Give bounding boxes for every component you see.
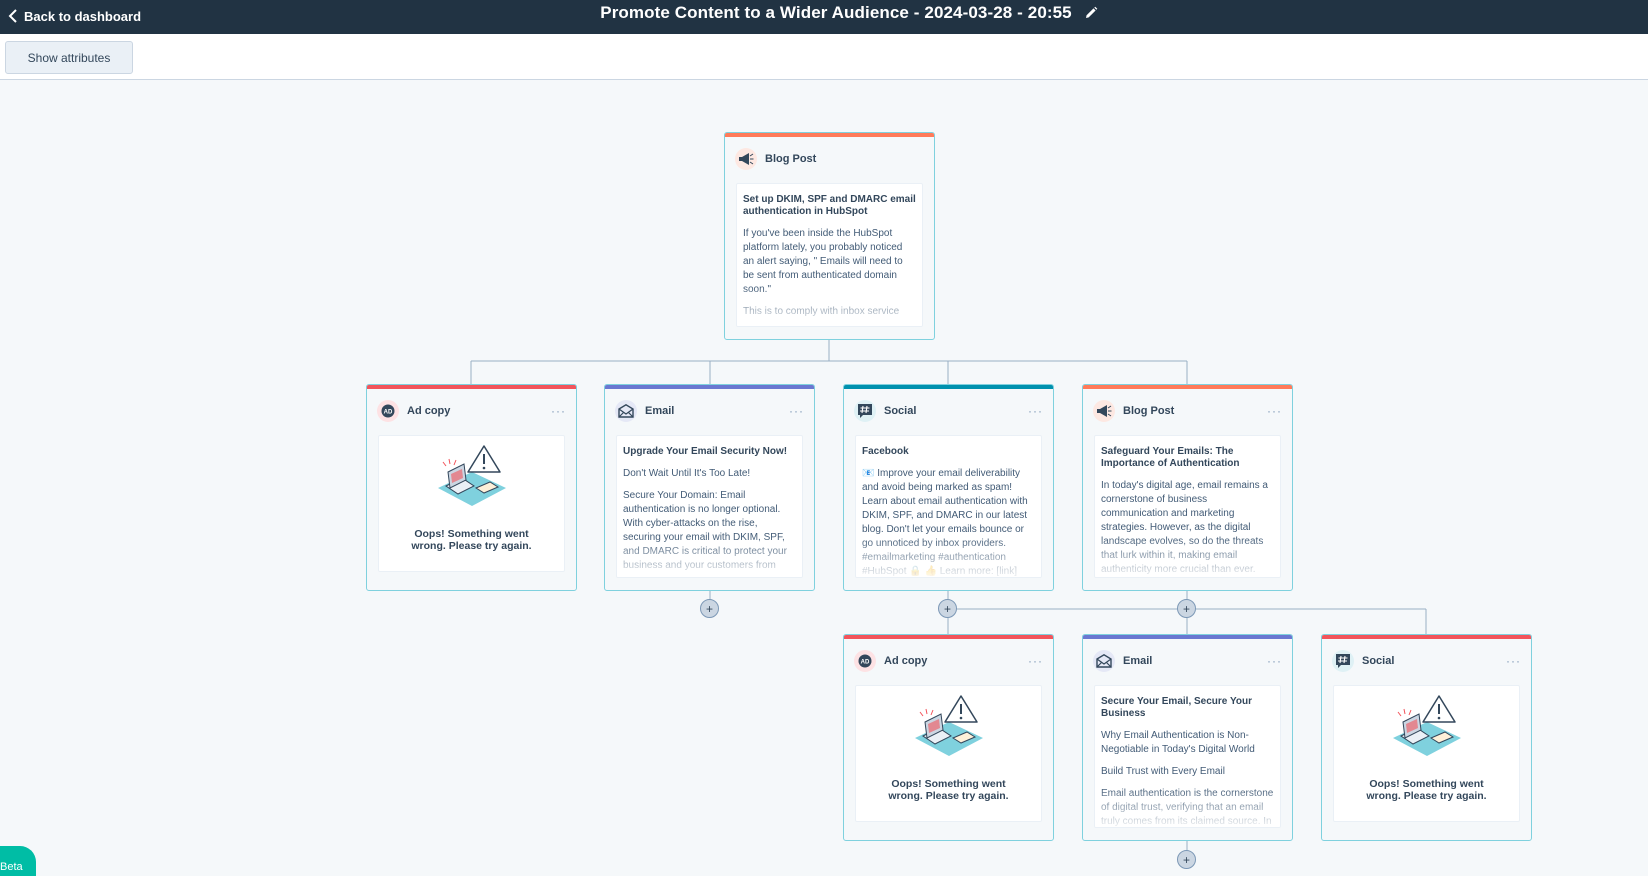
show-attributes-button[interactable]: Show attributes xyxy=(5,41,133,74)
error-state: Oops! Something went wrong. Please try a… xyxy=(855,685,1042,822)
card-content: Upgrade Your Email Security Now! Don't W… xyxy=(616,435,803,578)
card-type-label: Blog Post xyxy=(1123,405,1175,417)
page-title: Promote Content to a Wider Audience - 20… xyxy=(600,3,1072,22)
card-content: Secure Your Email, Secure Your Business … xyxy=(1094,685,1281,828)
card-title: Upgrade Your Email Security Now! xyxy=(623,446,788,457)
envelope-icon xyxy=(615,400,637,422)
more-options-button[interactable]: ··· xyxy=(1028,404,1043,418)
blog-post-card[interactable]: Blog Post ··· Safeguard Your Emails: The… xyxy=(1082,384,1293,591)
error-message: Oops! Something went wrong. Please try a… xyxy=(1366,778,1487,802)
card-type-label: Email xyxy=(1123,655,1153,667)
card-paragraph: In today's digital age, email remains a … xyxy=(1101,480,1268,575)
card-paragraph: If you've been inside the HubSpot platfo… xyxy=(743,228,903,295)
card-paragraph: Don't Wait Until It's Too Late! xyxy=(623,468,751,479)
megaphone-icon xyxy=(1093,400,1115,422)
card-title: Facebook xyxy=(862,446,909,457)
error-illustration-icon xyxy=(437,445,506,506)
pencil-icon[interactable] xyxy=(1084,6,1098,20)
card-title: Safeguard Your Emails: The Importance of… xyxy=(1101,446,1240,469)
card-type-label: Social xyxy=(884,405,917,417)
ad-copy-card[interactable]: AD Ad copy ··· Oops! Something went wron… xyxy=(366,384,577,591)
card-paragraph: Email authentication is the cornerstone … xyxy=(1101,788,1274,827)
card-paragraph: Why Email Authentication is Non-Negotiab… xyxy=(1101,730,1255,755)
card-type-label: Blog Post xyxy=(765,153,817,165)
card-type-label: Email xyxy=(645,405,675,417)
card-paragraph: This is to comply with inbox service xyxy=(743,306,900,317)
card-title: Set up DKIM, SPF and DMARC email authent… xyxy=(743,194,916,217)
beta-badge[interactable]: Beta xyxy=(0,846,36,876)
more-options-button[interactable]: ··· xyxy=(1028,654,1043,668)
card-content: Safeguard Your Emails: The Importance of… xyxy=(1094,435,1281,578)
hashtag-chat-icon xyxy=(1332,650,1354,672)
error-message: Oops! Something went wrong. Please try a… xyxy=(888,778,1009,802)
toolbar: Show attributes xyxy=(0,34,1648,80)
social-card[interactable]: Social ··· Facebook 📧 Improve your email… xyxy=(843,384,1054,591)
error-message: Oops! Something went wrong. Please try a… xyxy=(411,528,532,552)
envelope-icon xyxy=(1093,650,1115,672)
card-paragraph: 📧 Improve your email deliverability and … xyxy=(862,468,1028,577)
email-card[interactable]: Email ··· Secure Your Email, Secure Your… xyxy=(1082,634,1293,841)
more-options-button[interactable]: ··· xyxy=(1267,404,1282,418)
add-child-button[interactable]: + xyxy=(938,599,957,618)
hashtag-chat-icon xyxy=(854,400,876,422)
card-paragraph: Build Trust with Every Email xyxy=(1101,766,1225,777)
add-child-button[interactable]: + xyxy=(1177,850,1196,869)
social-card[interactable]: Social ··· Oops! Something went wrong. P… xyxy=(1321,634,1532,841)
megaphone-icon xyxy=(735,148,757,170)
add-child-button[interactable]: + xyxy=(700,599,719,618)
top-bar: Back to dashboard Promote Content to a W… xyxy=(0,0,1648,34)
card-paragraph: Secure Your Domain: Email authentication… xyxy=(623,490,787,571)
card-content: Set up DKIM, SPF and DMARC email authent… xyxy=(736,183,923,327)
more-options-button[interactable]: ··· xyxy=(551,404,566,418)
ad-icon: AD xyxy=(377,400,399,422)
error-state: Oops! Something went wrong. Please try a… xyxy=(378,435,565,572)
ad-icon: AD xyxy=(854,650,876,672)
card-type-label: Social xyxy=(1362,655,1395,667)
root-blog-post-card[interactable]: Blog Post Set up DKIM, SPF and DMARC ema… xyxy=(724,132,935,340)
more-options-button[interactable]: ··· xyxy=(1506,654,1521,668)
error-illustration-icon xyxy=(914,695,983,756)
card-content: Facebook 📧 Improve your email deliverabi… xyxy=(855,435,1042,578)
svg-text:AD: AD xyxy=(384,410,393,416)
more-options-button[interactable]: ··· xyxy=(789,404,804,418)
error-illustration-icon xyxy=(1392,695,1461,756)
email-card[interactable]: Email ··· Upgrade Your Email Security No… xyxy=(604,384,815,591)
card-type-label: Ad copy xyxy=(884,655,928,667)
card-title: Secure Your Email, Secure Your Business xyxy=(1101,696,1252,719)
ad-copy-card[interactable]: AD Ad copy ··· Oops! Something went wron… xyxy=(843,634,1054,841)
add-child-button[interactable]: + xyxy=(1177,599,1196,618)
card-type-label: Ad copy xyxy=(407,405,451,417)
more-options-button[interactable]: ··· xyxy=(1267,654,1282,668)
svg-text:AD: AD xyxy=(861,660,870,666)
error-state: Oops! Something went wrong. Please try a… xyxy=(1333,685,1520,822)
